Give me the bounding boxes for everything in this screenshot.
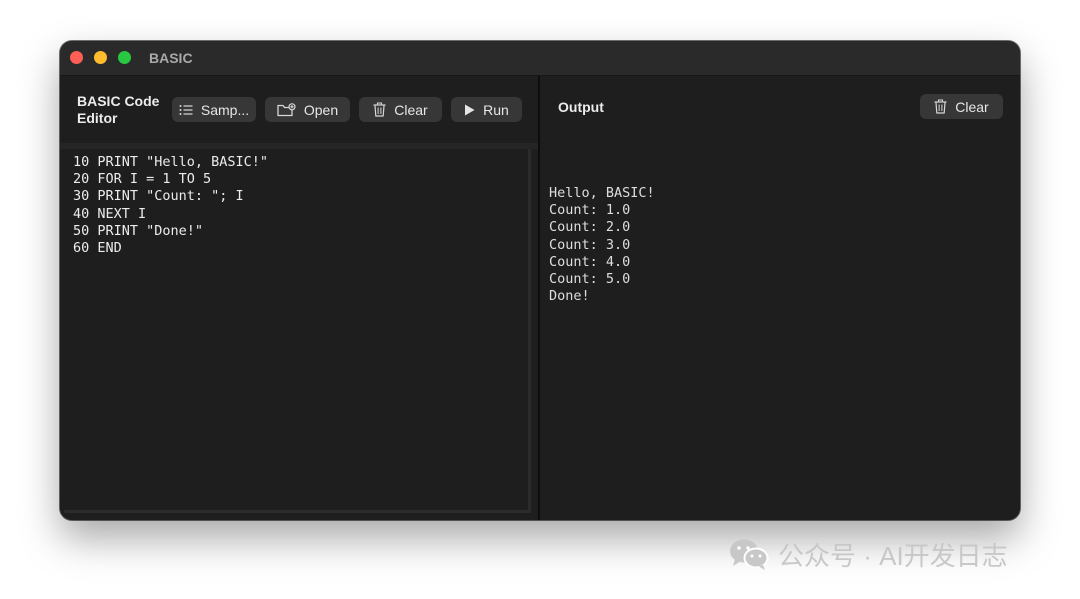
output-line: Count: 1.0: [549, 202, 631, 219]
maximize-window-button[interactable]: [118, 51, 131, 64]
editor-title: BASIC Code Editor: [77, 93, 160, 126]
open-button[interactable]: Open: [265, 97, 350, 122]
output-line: Hello, BASIC!: [549, 185, 655, 201]
play-icon: [465, 104, 475, 115]
output-console: Hello, BASIC! Count: 1.0 Count: 2.0 Coun…: [549, 185, 1009, 305]
trash-icon: [934, 99, 947, 114]
output-title: Output: [558, 99, 604, 115]
code-line: 60 END: [73, 239, 122, 256]
output-line: Done!: [549, 288, 590, 305]
watermark: 公众号 · AI开发日志: [728, 534, 1008, 574]
code-line: 40 NEXT I: [73, 205, 147, 222]
output-line: Count: 3.0: [549, 236, 631, 253]
output-pane: Output Clear Hello, BASIC! Count: 1.0 Co…: [540, 76, 1020, 520]
minimize-window-button[interactable]: [94, 51, 107, 64]
window-title: BASIC: [149, 50, 193, 66]
run-button[interactable]: Run: [451, 97, 522, 122]
watermark-text: 公众号 · AI开发日志: [778, 540, 1008, 571]
wechat-icon: [730, 539, 769, 570]
code-editor[interactable]: 10 PRINT "Hello, BASIC!" 20 FOR I = 1 TO…: [64, 149, 531, 513]
output-line: Count: 5.0: [549, 270, 631, 287]
code-line: 30 PRINT "Count: "; I: [73, 188, 244, 205]
app-window: BASIC BASIC Code Editor Samp... Open Cle…: [60, 41, 1020, 520]
close-window-button[interactable]: [70, 51, 83, 64]
clear-editor-button-label: Clear: [394, 101, 428, 118]
code-line: 50 PRINT "Done!": [73, 222, 204, 239]
code-line: 10 PRINT "Hello, BASIC!": [73, 154, 269, 170]
title-bar: BASIC: [60, 41, 1020, 76]
output-line: Count: 4.0: [549, 253, 631, 270]
editor-pane: BASIC Code Editor Samp... Open Clear Run…: [60, 76, 538, 520]
open-button-label: Open: [303, 101, 339, 118]
code-line: 20 FOR I = 1 TO 5: [73, 171, 212, 188]
clear-output-button-label: Clear: [955, 98, 989, 115]
output-line: Count: 2.0: [549, 219, 631, 236]
clear-editor-button[interactable]: Clear: [359, 97, 442, 122]
list-icon: [179, 104, 193, 115]
sample-button-label: Samp...: [200, 101, 250, 118]
run-button-label: Run: [483, 101, 509, 118]
sample-button[interactable]: Samp...: [172, 97, 256, 122]
folder-icon: [277, 102, 296, 116]
trash-icon: [373, 102, 386, 117]
clear-output-button[interactable]: Clear: [920, 94, 1003, 119]
